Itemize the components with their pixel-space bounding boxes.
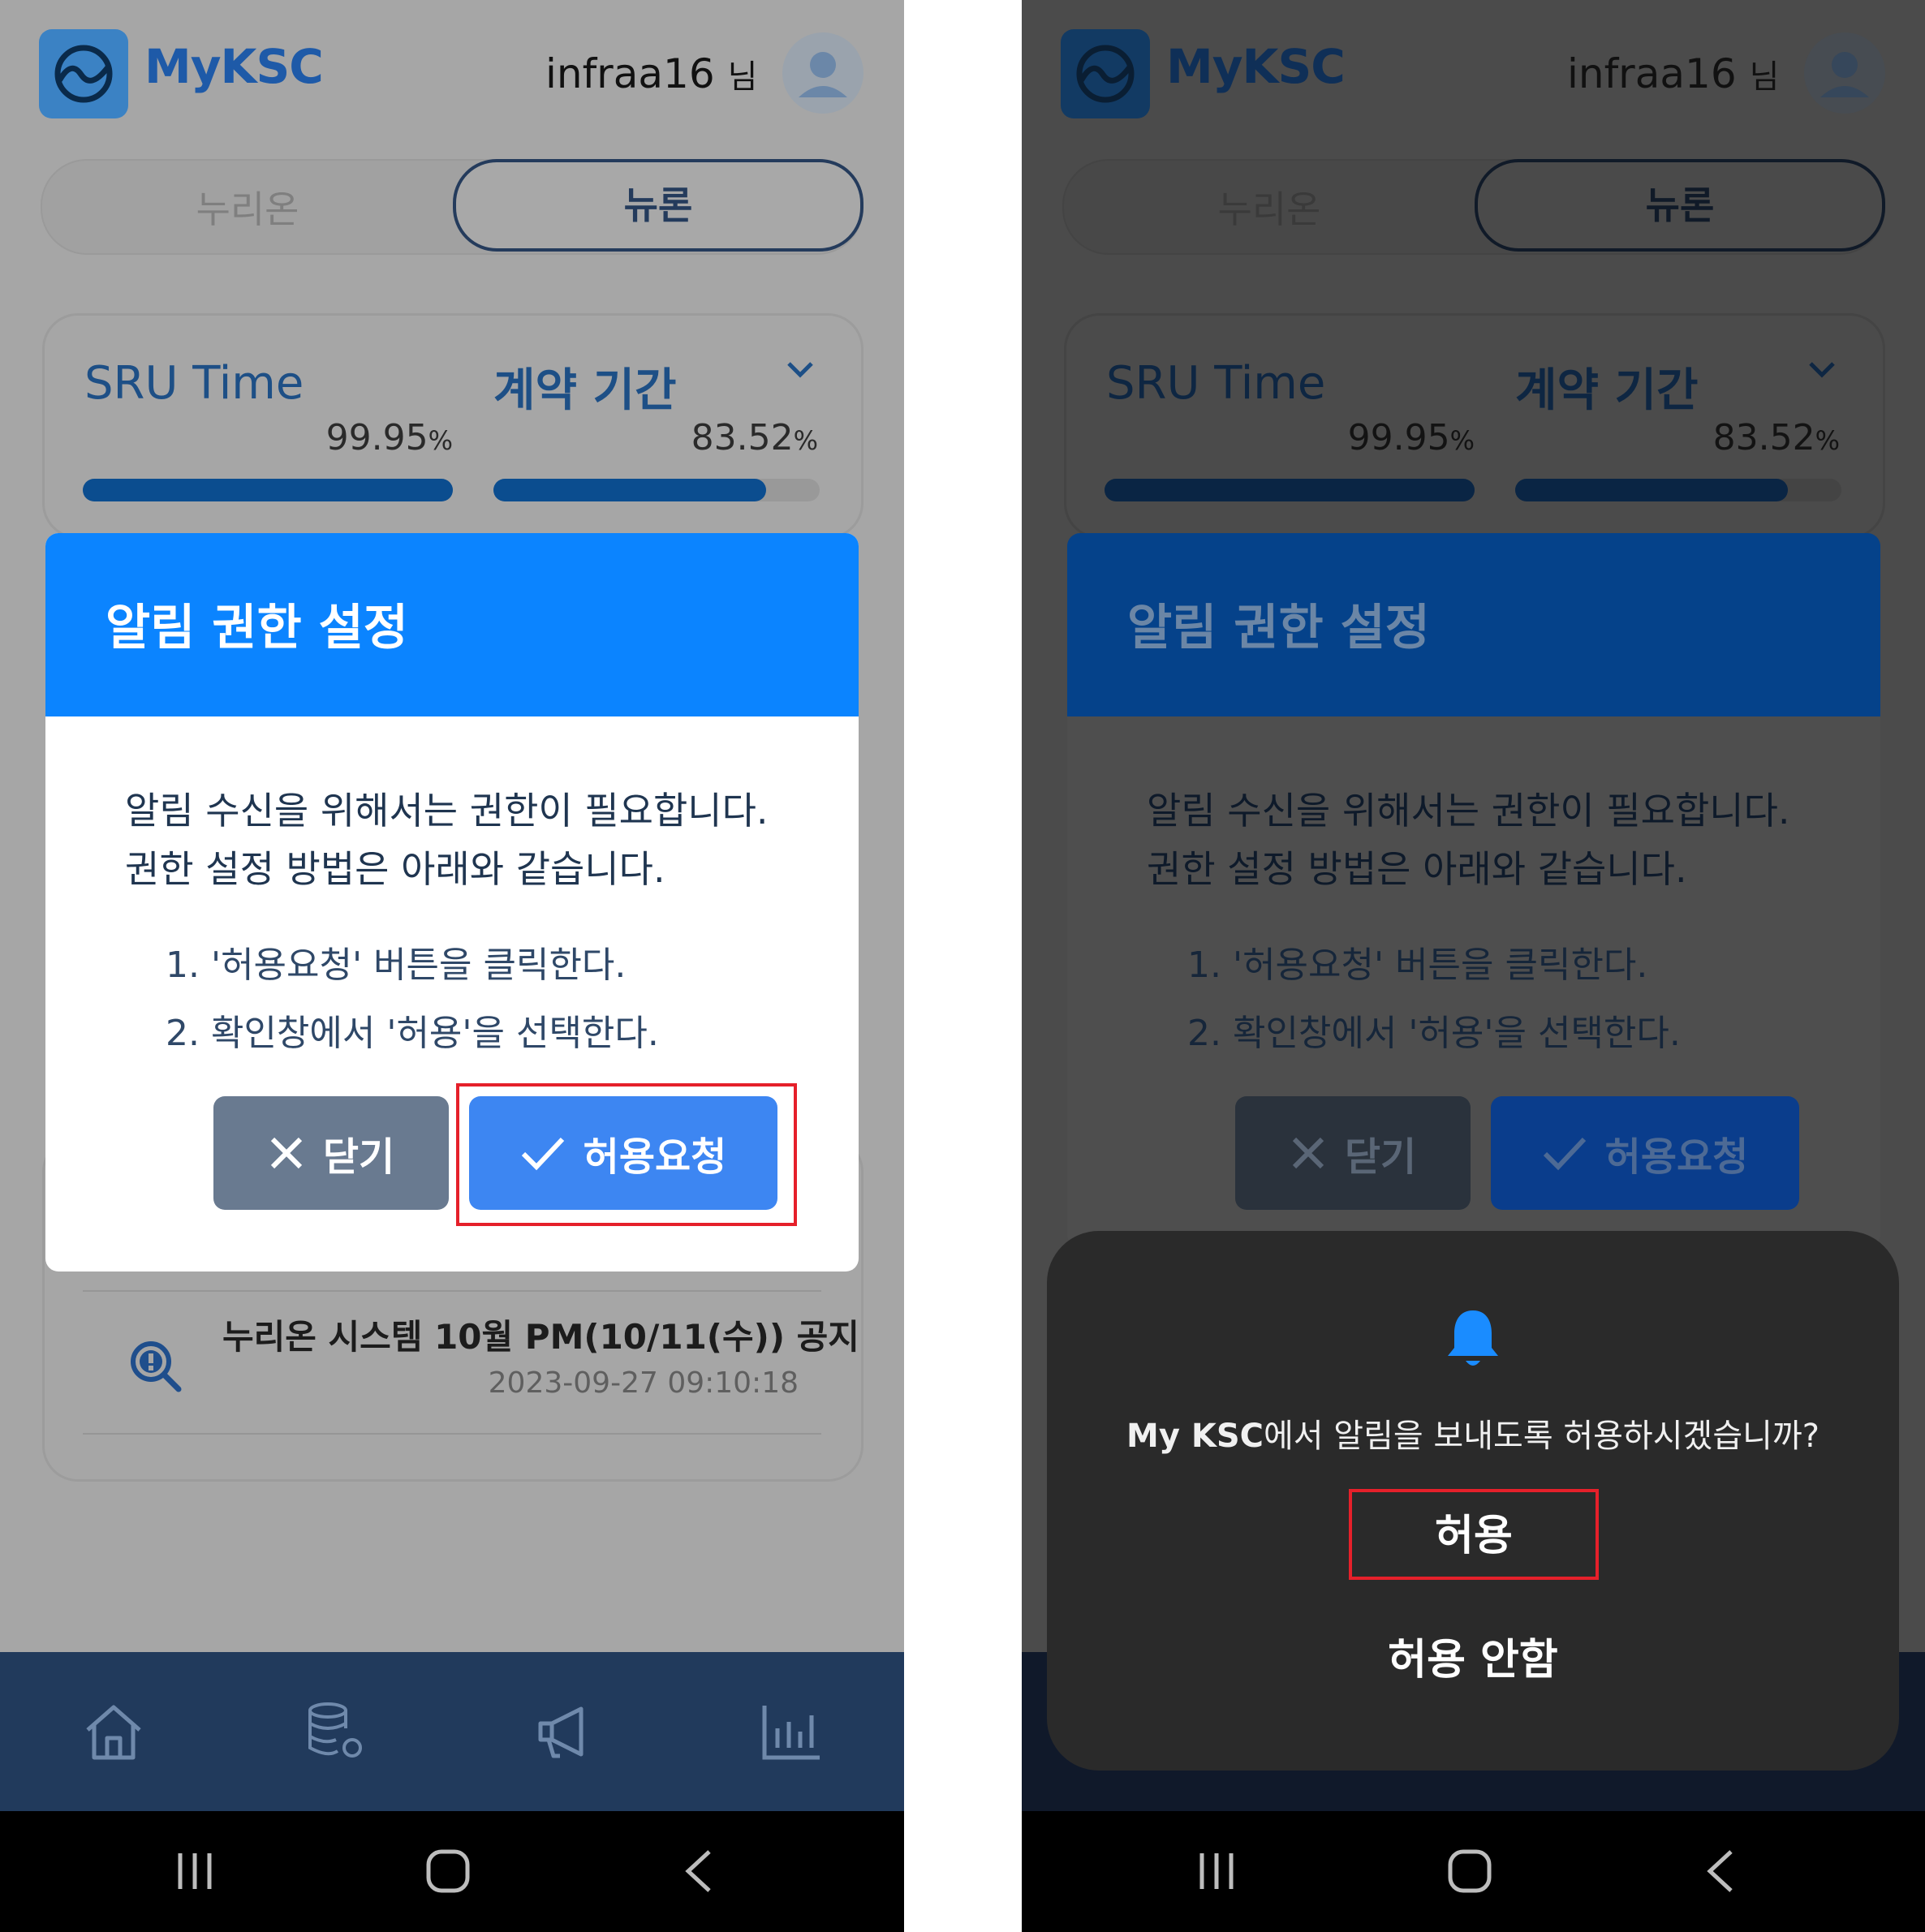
sru-time-unit: %: [428, 425, 453, 456]
bell-icon: [1445, 1306, 1501, 1370]
request-permission-button[interactable]: 허용요청: [1491, 1096, 1799, 1210]
avatar[interactable]: [782, 32, 863, 114]
username-label[interactable]: infraa16 님: [1567, 50, 1779, 97]
dialog-title: 알림 권한 설정: [106, 600, 408, 656]
dialog-line-1: 알림 수신을 위해서는 권한이 필요합니다.: [125, 789, 769, 833]
close-button-label: 닫기: [322, 1134, 395, 1180]
sru-time-number: 99.95: [325, 417, 428, 458]
close-icon: [270, 1137, 302, 1169]
username: infraa16: [545, 50, 715, 97]
divider: [83, 1433, 821, 1435]
contract-progress-fill: [1515, 479, 1788, 501]
contract-period-title: 계약 기간: [1515, 364, 1699, 417]
app-name: MyKSC: [144, 39, 324, 94]
megaphone-icon[interactable]: [532, 1699, 597, 1764]
contract-period-number: 83.52: [1712, 417, 1815, 458]
phone-screen-left: MyKSC infraa16 님 누리온 뉴론 SRU Time 계약 기간 9…: [0, 0, 904, 1932]
permission-question: My KSC에서 알림을 보내도록 허용하시겠습니까?: [1047, 1409, 1899, 1457]
back-icon[interactable]: [1699, 1847, 1747, 1895]
check-icon: [1543, 1137, 1586, 1171]
contract-period-unit: %: [1815, 425, 1840, 456]
system-permission-sheet: My KSC에서 알림을 보내도록 허용하시겠습니까? 허용 허용 안함: [1047, 1231, 1899, 1771]
phone-screen-right: MyKSC infraa16 님 누리온 뉴론 SRU Time 계약 기간 9…: [1022, 0, 1925, 1932]
close-icon: [1292, 1137, 1324, 1169]
sru-time-value: 99.95%: [1231, 417, 1475, 458]
sru-time-number: 99.95: [1347, 417, 1450, 458]
username-label[interactable]: infraa16 님: [545, 50, 757, 97]
sru-time-progress-fill: [1105, 479, 1475, 501]
dialog-step-2: 2. 확인창에서 '허용'을 선택한다.: [1187, 1013, 1681, 1054]
dialog-title: 알림 권한 설정: [1127, 600, 1430, 656]
contract-progress-fill: [493, 479, 766, 501]
dialog-line-2: 권한 설정 방법은 아래와 같습니다.: [1147, 847, 1687, 891]
back-icon[interactable]: [677, 1847, 726, 1895]
permission-app-name: My KSC: [1126, 1418, 1264, 1455]
close-button-label: 닫기: [1344, 1134, 1417, 1180]
notice-title[interactable]: 누리온 시스템 10월 PM(10/11(수)) 공지: [222, 1310, 859, 1359]
sru-time-unit: %: [1449, 425, 1475, 456]
contract-period-number: 83.52: [691, 417, 794, 458]
tab-neuron[interactable]: 뉴론: [1475, 159, 1885, 252]
app-name: MyKSC: [1166, 39, 1346, 94]
avatar[interactable]: [1804, 32, 1885, 114]
dialog-step-1: 1. '허용요청' 버튼을 클릭한다.: [166, 944, 627, 986]
home-button-icon[interactable]: [424, 1847, 472, 1895]
database-settings-icon[interactable]: [302, 1699, 367, 1764]
chevron-down-icon[interactable]: [1807, 357, 1837, 381]
honorific: 님: [1749, 58, 1780, 96]
sru-time-progress-track: [83, 479, 453, 501]
tab-nurion[interactable]: 누리온: [1143, 180, 1395, 234]
contract-progress-track: [1515, 479, 1841, 501]
honorific: 님: [727, 58, 758, 96]
recent-apps-icon[interactable]: [170, 1847, 219, 1895]
close-button[interactable]: 닫기: [1235, 1096, 1471, 1210]
home-button-icon[interactable]: [1445, 1847, 1494, 1895]
notice-date: 2023-09-27 09:10:18: [488, 1366, 799, 1400]
contract-period-unit: %: [793, 425, 818, 456]
search-alert-icon: [127, 1337, 183, 1394]
request-permission-label: 허용요청: [1604, 1134, 1749, 1180]
username: infraa16: [1567, 50, 1737, 97]
check-icon: [521, 1137, 564, 1171]
bar-chart-icon[interactable]: [758, 1699, 823, 1764]
contract-period-value: 83.52%: [1596, 417, 1840, 458]
allow-button[interactable]: 허용: [1354, 1495, 1594, 1577]
notification-permission-dialog: 알림 권한 설정 알림 수신을 위해서는 권한이 필요합니다. 권한 설정 방법…: [1067, 533, 1880, 1247]
notification-permission-dialog: 알림 권한 설정 알림 수신을 위해서는 권한이 필요합니다. 권한 설정 방법…: [45, 533, 859, 1272]
dialog-step-1: 1. '허용요청' 버튼을 클릭한다.: [1187, 944, 1648, 986]
sru-time-progress-fill: [83, 479, 453, 501]
tab-nurion[interactable]: 누리온: [122, 180, 373, 234]
permission-question-text: 에서 알림을 보내도록 허용하시겠습니까?: [1263, 1418, 1819, 1455]
request-permission-label: 허용요청: [583, 1134, 727, 1180]
dialog-line-1: 알림 수신을 위해서는 권한이 필요합니다.: [1147, 789, 1790, 833]
deny-button[interactable]: 허용 안함: [1047, 1625, 1899, 1686]
divider: [83, 1290, 821, 1292]
chevron-down-icon[interactable]: [786, 357, 815, 381]
sru-time-progress-track: [1105, 479, 1475, 501]
contract-period-title: 계약 기간: [493, 364, 677, 417]
dialog-step-2: 2. 확인창에서 '허용'을 선택한다.: [166, 1013, 659, 1054]
contract-progress-track: [493, 479, 820, 501]
close-button[interactable]: 닫기: [213, 1096, 449, 1210]
sru-time-value: 99.95%: [209, 417, 453, 458]
dialog-line-2: 권한 설정 방법은 아래와 같습니다.: [125, 847, 665, 891]
home-icon[interactable]: [81, 1699, 146, 1764]
recent-apps-icon[interactable]: [1192, 1847, 1241, 1895]
app-logo-icon: [39, 29, 128, 118]
sru-time-title: SRU Time: [1106, 357, 1326, 410]
tab-neuron[interactable]: 뉴론: [453, 159, 863, 252]
contract-period-value: 83.52%: [575, 417, 818, 458]
app-logo-icon: [1061, 29, 1150, 118]
request-permission-button[interactable]: 허용요청: [469, 1096, 777, 1210]
sru-time-title: SRU Time: [84, 357, 304, 410]
